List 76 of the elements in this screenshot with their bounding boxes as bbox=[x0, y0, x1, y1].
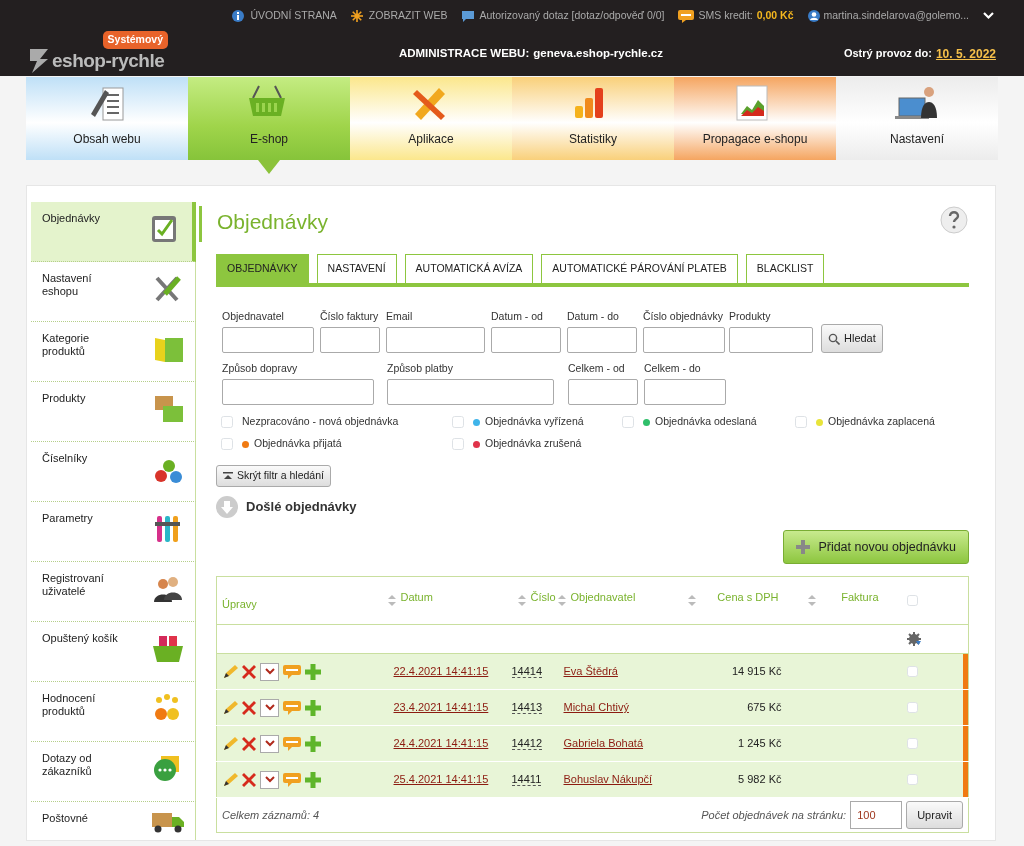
search-button[interactable]: Hledat bbox=[821, 324, 883, 353]
tab[interactable]: NASTAVENÍ bbox=[316, 254, 397, 283]
sidebar-item[interactable]: Produkty bbox=[31, 382, 196, 442]
update-button[interactable]: Upravit bbox=[906, 801, 963, 829]
main-tab[interactable]: Propagace e-shopu bbox=[674, 77, 836, 160]
field-label: Způsob platby bbox=[387, 361, 454, 375]
checkbox-label: Objednávka zaplacená bbox=[828, 414, 935, 430]
top-link[interactable]: Autorizovaný dotaz [dotaz/odpověď 0/0] bbox=[479, 8, 665, 24]
main-tab[interactable]: Statistiky bbox=[512, 77, 674, 160]
customer-link[interactable]: Michal Chtivý bbox=[563, 701, 629, 714]
hide-filter-button[interactable]: Skrýt filtr a hledání bbox=[216, 465, 331, 487]
order-date-link[interactable]: 23.4.2021 14:41:15 bbox=[393, 701, 489, 714]
sidebar-item[interactable]: Číselníky bbox=[31, 442, 196, 502]
column-header: Úpravy bbox=[222, 597, 257, 613]
tab[interactable]: OBJEDNÁVKY bbox=[216, 254, 309, 283]
add-order-button[interactable]: Přidat novou objednávku bbox=[783, 530, 969, 564]
customer-link[interactable]: Gabriela Bohatá bbox=[563, 737, 643, 750]
user-email[interactable]: martina.sindelarova@golemo... bbox=[823, 8, 969, 24]
live-until-date[interactable]: 10. 5. 2022 bbox=[935, 45, 996, 63]
live-until-label: Ostrý provoz do: bbox=[843, 46, 932, 61]
field-label: Produkty bbox=[729, 309, 772, 323]
sidebar-item[interactable]: Opuštený košík bbox=[31, 622, 196, 682]
price: 14 915 Kč bbox=[731, 665, 782, 678]
field-label: Objednavatel bbox=[222, 309, 285, 323]
tab[interactable]: AUTOMATICKÁ AVÍZA bbox=[404, 254, 534, 283]
field-label: Datum - od bbox=[491, 309, 544, 323]
sidebar-item[interactable]: Dotazy od zákazníků bbox=[31, 742, 196, 802]
field-label: Datum - do bbox=[567, 309, 620, 323]
price: 1 245 Kč bbox=[738, 737, 782, 750]
order-number: 14413 bbox=[511, 701, 543, 715]
admin-label: ADMINISTRACE WEBU: bbox=[398, 46, 530, 62]
price: 5 982 Kč bbox=[738, 773, 782, 786]
main-tab[interactable]: E-shop bbox=[188, 77, 350, 160]
sidebar-item[interactable]: Nastavení eshopu bbox=[31, 262, 196, 322]
price: 675 Kč bbox=[747, 701, 782, 714]
field-label: Číslo objednávky bbox=[643, 309, 724, 323]
main-tab[interactable]: Aplikace bbox=[350, 77, 512, 160]
main-tab[interactable]: Obsah webu bbox=[26, 77, 188, 160]
top-link[interactable]: ÚVODNÍ STRANA bbox=[250, 8, 337, 24]
checkbox-label: Nezpracováno - nová objednávka bbox=[242, 414, 399, 430]
tab[interactable]: AUTOMATICKÉ PÁROVÁNÍ PLATEB bbox=[541, 254, 738, 283]
sms-credit-label: SMS kredit: bbox=[698, 8, 753, 24]
sidebar-item[interactable]: Kategorie produktů bbox=[31, 322, 196, 382]
order-number: 14411 bbox=[511, 773, 542, 787]
order-date-link[interactable]: 24.4.2021 14:41:15 bbox=[393, 737, 489, 750]
order-date-link[interactable]: 25.4.2021 14:41:15 bbox=[393, 773, 489, 786]
checkbox-label: Objednávka vyřízená bbox=[485, 414, 584, 430]
sidebar-item[interactable]: Registrovaní uživatelé bbox=[31, 562, 196, 622]
sidebar-item[interactable]: Parametry bbox=[31, 502, 196, 562]
order-date-link[interactable]: 22.4.2021 14:41:15 bbox=[393, 665, 489, 678]
per-page-label: Počet objednávek na stránku: bbox=[701, 807, 847, 823]
field-label: Celkem - do bbox=[644, 361, 702, 375]
sms-credit-value: 0,00 Kč bbox=[756, 8, 794, 24]
sidebar-item[interactable]: Hodnocení produktů bbox=[31, 682, 196, 742]
section-title: Došlé objednávky bbox=[246, 498, 357, 517]
sidebar-item[interactable]: Objednávky bbox=[31, 202, 196, 262]
per-page-field[interactable]: 100 bbox=[850, 801, 903, 829]
checkbox-label: Objednávka odeslaná bbox=[655, 414, 757, 430]
total-count: Celkem záznamů: 4 bbox=[222, 808, 320, 821]
logo-text: eshop-rychle bbox=[52, 48, 165, 73]
field-label: Celkem - od bbox=[568, 361, 626, 375]
field-label: Číslo faktury bbox=[320, 309, 380, 323]
top-link[interactable]: ZOBRAZIT WEB bbox=[368, 8, 448, 24]
checkbox-label: Objednávka přijatá bbox=[254, 436, 342, 452]
field-label: Email bbox=[386, 309, 414, 323]
page-title: Objednávky bbox=[199, 206, 328, 242]
admin-domain: geneva.eshop-rychle.cz bbox=[533, 46, 663, 62]
checkbox-label: Objednávka zrušená bbox=[485, 436, 582, 452]
customer-link[interactable]: Eva Štědrá bbox=[563, 665, 618, 678]
logo-badge: Systémový bbox=[102, 31, 168, 49]
order-number: 14412 bbox=[511, 737, 543, 751]
customer-link[interactable]: Bohuslav Nákupčí bbox=[563, 773, 653, 786]
order-number: 14414 bbox=[511, 665, 543, 679]
field-label: Způsob dopravy bbox=[222, 361, 299, 375]
main-tab[interactable]: Nastavení bbox=[836, 77, 998, 160]
tab[interactable]: BLACKLIST bbox=[745, 254, 825, 283]
